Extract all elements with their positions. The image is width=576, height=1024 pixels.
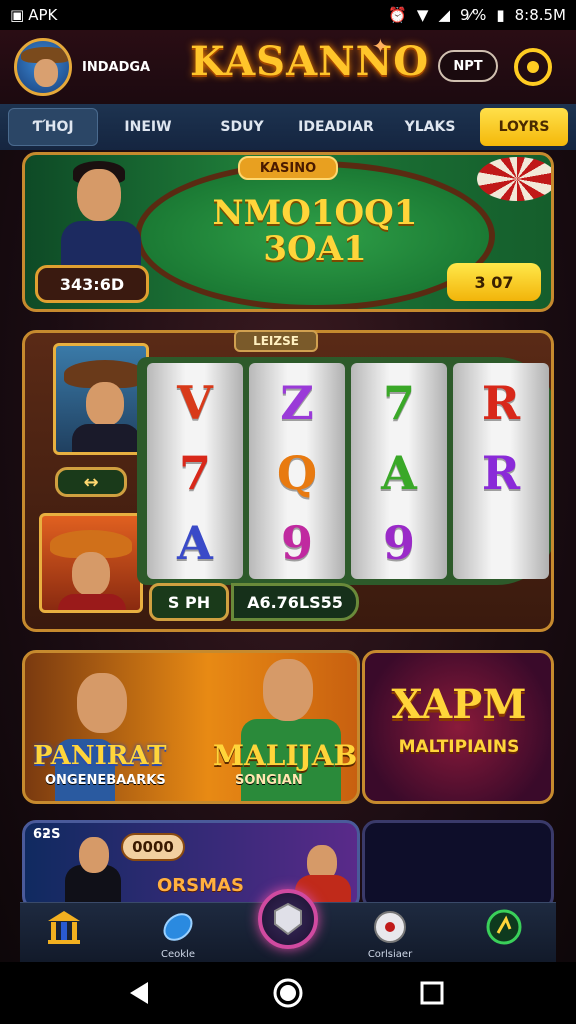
reel-4: R R [453,363,549,579]
reel-4-symbol-2: R [481,446,521,500]
reel-3-symbol-2: A [381,446,417,500]
character-face-3 [79,837,109,873]
dice-icon [374,911,406,943]
portrait-hat-man [39,513,143,613]
bet-display: A6.76LS55 [231,583,359,621]
tab-2[interactable]: INEIW [104,108,192,146]
reel-2-symbol-3: 9 [280,516,313,570]
bank-icon [48,911,80,944]
system-nav-bar [0,962,576,1024]
promo-subtitle-1: ONGENEBAARKS [45,773,166,788]
reel-3-symbol-1: 7 [382,376,415,430]
nav-item-shield[interactable] [258,889,318,949]
lower-pill[interactable]: 0000 [121,833,185,861]
reel-3: 7 A 9 [351,363,447,579]
app-logo: KASANNO [190,38,430,85]
search-icon [527,61,539,73]
promo-title-1: PANIRAT [33,741,167,771]
nav-label-2: Сеоkle [161,949,195,960]
banner-title-line2: 3OA1 [263,229,367,269]
promo-subtitle-2: SONGIAN [235,773,303,788]
reel-3-symbol-3: 9 [382,516,415,570]
shield-icon [274,902,302,936]
nav-label-4: Соrlsiaer [367,949,413,960]
lower-title: ORSMAS [157,875,244,896]
app-screen: ▣ APK ⏰ ▼ ◢ 9⁄% ▮ 8:8.5M INDADGA KASANNO… [0,0,576,1024]
signal-icon: ◢ [438,6,451,24]
reel-2-symbol-2: Q [276,446,318,500]
promo-banner-multipliers[interactable]: XAPM MALTIPIAINS [362,650,554,804]
alarm-icon: ⏰ [388,6,407,24]
banner-left-counter: 343:6D [35,265,149,303]
reel-4-symbol-3 [453,511,549,575]
category-tabs: ƬΉОЈ INEIW SDUY IDEADIAR YLAKS LOYRS [0,104,576,150]
reel-1-symbol-3: A [177,516,213,570]
reel-2: Z Q 9 [249,363,345,579]
arrow-button[interactable]: ↔ [55,467,127,497]
reel-frame: V 7 A Z Q 9 7 A 9 R R [137,357,551,585]
app-header: INDADGA KASANNO ✦ NPT [0,30,576,104]
tab-3[interactable]: SDUY [198,108,286,146]
character-face-2 [263,659,313,721]
promo-right-subtitle: MALTIPIAINS [398,737,520,757]
lower-promo-dark[interactable] [362,820,554,910]
battery-icon: ▮ [496,6,505,24]
back-icon[interactable] [130,982,148,1004]
status-app-label: APK [28,6,58,24]
promo-right-title: XAPM [391,681,527,728]
tab-6-active[interactable]: LOYRS [480,108,568,146]
reel-1: V 7 A [147,363,243,579]
nav-item-clover[interactable] [464,907,544,963]
status-bar: ▣ APK ⏰ ▼ ◢ 9⁄% ▮ 8:8.5M [0,0,576,30]
face-icon [34,59,58,87]
tab-5[interactable]: YLAKS [386,108,474,146]
nav-item-dice[interactable]: Соrlsiaer [350,907,430,963]
bottom-nav: Сеоkle Соrlsiaer [20,889,556,963]
chip-stack-icon [477,157,551,201]
header-action-button[interactable]: NPT [438,50,498,82]
nav-item-bank[interactable] [24,907,104,963]
ball-icon [163,913,193,941]
lower-promo-banner[interactable]: 6ƻЅ 0000 ORSMAS [22,820,360,910]
lower-badge: 6ƻЅ [33,827,61,842]
status-time: 8:8.5M [514,6,566,24]
reel-2-symbol-1: Z [280,376,314,430]
promo-banner-characters[interactable]: PANIRAT ONGENEBAARKS MALIJAB SONGIAN [22,650,360,804]
battery-percent: 9⁄% [460,6,487,24]
portrait-cowboy: 5G [53,343,149,455]
reel-1-symbol-2: 7 [178,446,211,500]
reel-1-symbol-1: V [177,376,213,430]
slot-tag: LEIZSE [234,330,318,352]
username: INDADGA [82,59,151,75]
banner-right-button[interactable]: 3 07 [447,263,541,301]
banner-title: NMO1OQ1 3OA1 [175,195,455,267]
nav-item-ball[interactable]: Сеоkle [138,907,218,963]
host-character [59,159,141,269]
apk-icon: ▣ [10,6,25,24]
tab-4[interactable]: IDEADIAR [292,108,380,146]
spin-button[interactable]: S PH [149,583,229,621]
clover-icon [486,909,522,945]
avatar[interactable] [14,38,72,96]
character-face [77,673,127,733]
recents-icon[interactable] [420,981,444,1005]
banner-title-line1: NMO1OQ1 [212,193,418,233]
banner-tag: KASINO [238,156,338,180]
promo-title-2: MALIJAB [213,739,358,772]
slot-machine[interactable]: 5G ↔ V 7 A Z Q 9 7 A 9 R R [22,330,554,632]
wifi-icon: ▼ [416,6,429,24]
reel-4-symbol-1: R [481,376,521,430]
star-icon: ✦ [372,34,389,58]
search-button[interactable] [514,48,552,86]
tab-1[interactable]: ƬΉОЈ [8,108,98,146]
